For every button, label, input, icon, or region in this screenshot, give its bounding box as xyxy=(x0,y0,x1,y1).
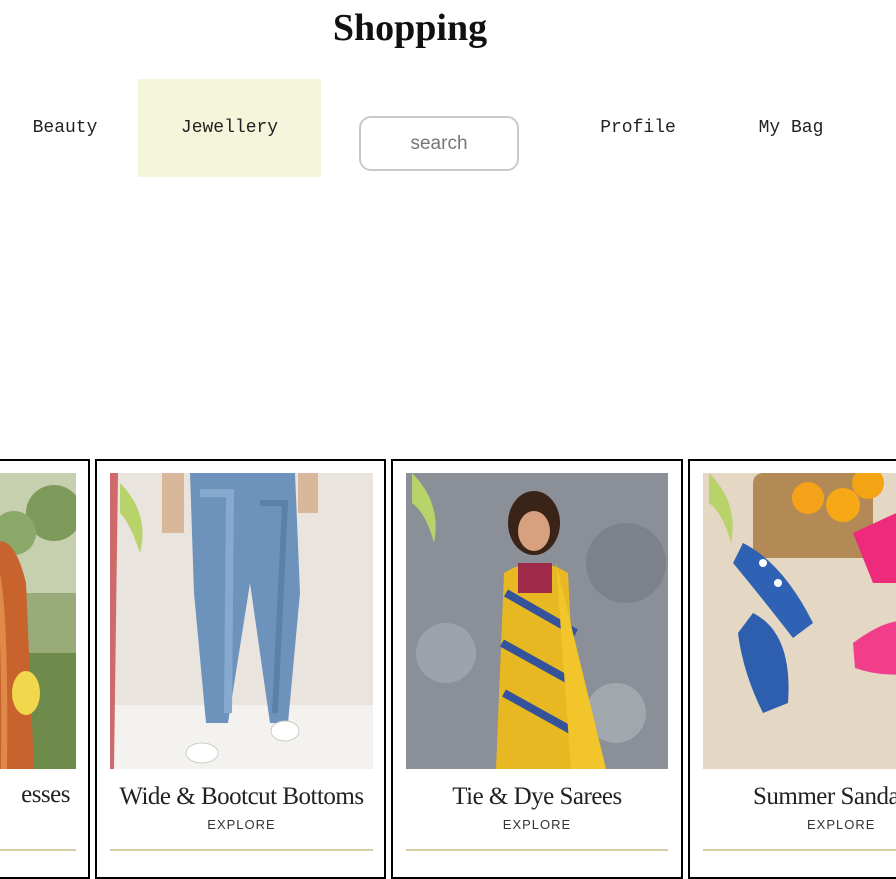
dresses-caption: esses xyxy=(0,769,76,851)
nav-jewellery[interactable]: Jewellery xyxy=(138,79,321,177)
explore-link[interactable]: EXPLORE xyxy=(406,817,668,832)
explore-link[interactable]: EXPLORE xyxy=(703,817,896,832)
sarees-image xyxy=(406,473,668,769)
nav-profile[interactable]: Profile xyxy=(578,79,698,177)
card-title: esses xyxy=(21,781,70,808)
nav-beauty[interactable]: Beauty xyxy=(0,79,130,177)
category-card-bottoms[interactable]: Wide & Bootcut Bottoms EXPLORE xyxy=(95,459,386,879)
category-card-dresses[interactable]: esses xyxy=(0,459,90,879)
page-title: Shopping xyxy=(332,7,488,49)
sandals-image xyxy=(703,473,896,769)
explore-link[interactable]: EXPLORE xyxy=(110,817,373,832)
sarees-caption: Tie & Dye Sarees EXPLORE xyxy=(406,769,668,851)
card-title: Summer Sanda xyxy=(753,783,896,810)
dresses-image xyxy=(0,473,76,769)
category-card-sandals[interactable]: Summer Sanda EXPLORE xyxy=(688,459,896,879)
card-title: Tie & Dye Sarees xyxy=(452,783,622,810)
bottoms-caption: Wide & Bootcut Bottoms EXPLORE xyxy=(110,769,373,851)
category-card-sarees[interactable]: Tie & Dye Sarees EXPLORE xyxy=(391,459,683,879)
card-title: Wide & Bootcut Bottoms xyxy=(119,783,364,810)
nav-my-bag[interactable]: My Bag xyxy=(735,79,847,177)
sandals-caption: Summer Sanda EXPLORE xyxy=(703,769,896,851)
bottoms-image xyxy=(110,473,373,769)
search-input[interactable] xyxy=(359,116,519,171)
